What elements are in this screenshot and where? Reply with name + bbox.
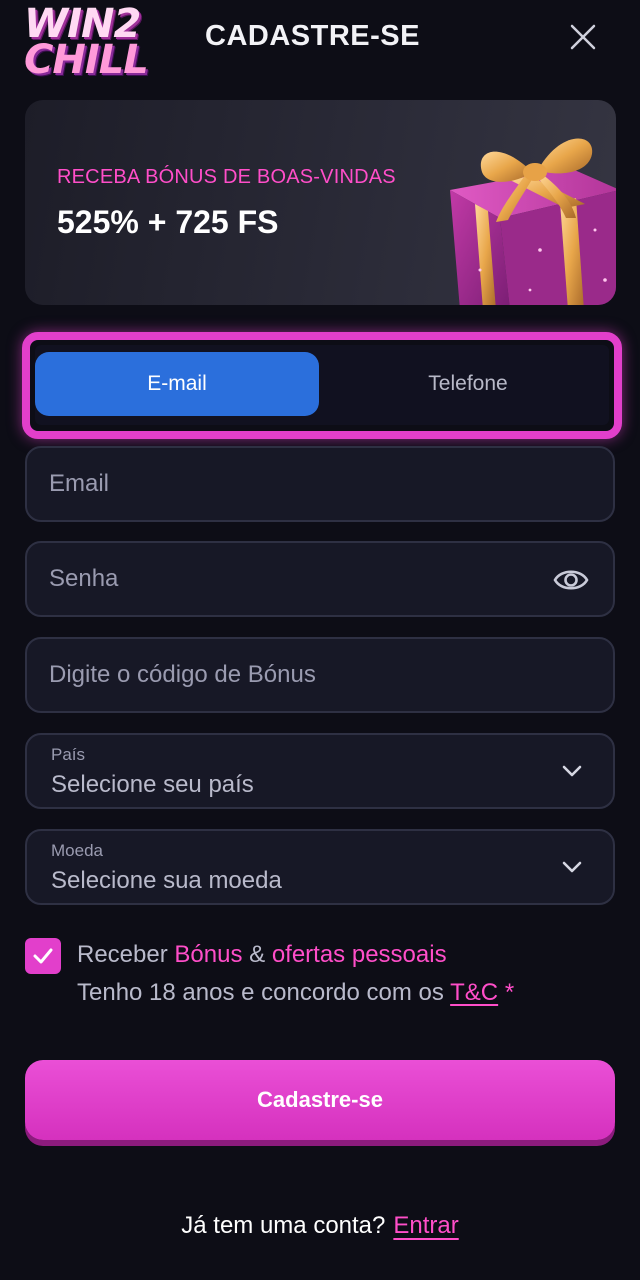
have-account-text: Já tem uma conta? bbox=[181, 1212, 386, 1239]
tab-phone[interactable]: Telefone bbox=[327, 352, 609, 416]
close-icon bbox=[570, 24, 596, 50]
bonus-code-input[interactable] bbox=[49, 639, 549, 711]
country-value: Selecione seu país bbox=[51, 771, 254, 798]
gift-box-icon bbox=[450, 138, 616, 305]
country-select[interactable]: País Selecione seu país bbox=[25, 733, 615, 809]
password-input[interactable] bbox=[49, 543, 549, 615]
consent-text: Receber Bónus & ofertas pessoais Tenho 1… bbox=[77, 941, 514, 1006]
chevron-down-icon bbox=[562, 861, 582, 873]
personal-offers-link[interactable]: ofertas pessoais bbox=[272, 941, 447, 968]
footer-login-prompt: Já tem uma conta? Entrar bbox=[0, 1212, 640, 1240]
country-label: País bbox=[51, 745, 86, 764]
currency-value: Selecione sua moeda bbox=[51, 867, 282, 894]
tabs-track: E-mail Telefone bbox=[35, 345, 609, 425]
consent-checkbox[interactable] bbox=[25, 938, 61, 974]
terms-link[interactable]: T&C bbox=[450, 979, 498, 1006]
age-agreement-text: Tenho 18 anos e concordo com os bbox=[77, 979, 444, 1006]
email-input[interactable] bbox=[49, 448, 549, 520]
consent-line-2: Tenho 18 anos e concordo com os T&C * bbox=[77, 979, 514, 1007]
eye-icon[interactable] bbox=[553, 565, 589, 595]
win2chill-logo[interactable]: WIN2 CHILL bbox=[24, 4, 156, 84]
welcome-bonus-banner: RECEBA BÓNUS DE BOAS-VINDAS 525% + 725 F… bbox=[25, 100, 616, 305]
bonus-code-field-container bbox=[25, 637, 615, 713]
consent-line-1: Receber Bónus & ofertas pessoais bbox=[77, 941, 447, 969]
ampersand-text: & bbox=[249, 941, 266, 968]
page-title: CADASTRE-SE bbox=[205, 20, 420, 52]
required-asterisk: * bbox=[504, 979, 515, 1006]
password-field-container bbox=[25, 541, 615, 617]
logo-line-2: CHILL bbox=[24, 37, 149, 83]
bonus-link[interactable]: Bónus bbox=[174, 941, 242, 968]
login-link[interactable]: Entrar bbox=[393, 1212, 458, 1239]
banner-subtitle: RECEBA BÓNUS DE BOAS-VINDAS bbox=[57, 166, 396, 188]
banner-headline: 525% + 725 FS bbox=[57, 204, 279, 240]
tab-email[interactable]: E-mail bbox=[35, 352, 319, 416]
receive-text: Receber bbox=[77, 941, 168, 968]
email-field-container bbox=[25, 446, 615, 522]
currency-select[interactable]: Moeda Selecione sua moeda bbox=[25, 829, 615, 905]
header: WIN2 CHILL CADASTRE-SE bbox=[0, 0, 640, 90]
close-button[interactable] bbox=[566, 20, 600, 54]
signup-method-tabs: E-mail Telefone bbox=[22, 332, 622, 439]
chevron-down-icon bbox=[562, 765, 582, 777]
signup-submit-button[interactable]: Cadastre-se bbox=[25, 1060, 615, 1140]
currency-label: Moeda bbox=[51, 841, 103, 860]
checkmark-icon bbox=[33, 948, 53, 964]
